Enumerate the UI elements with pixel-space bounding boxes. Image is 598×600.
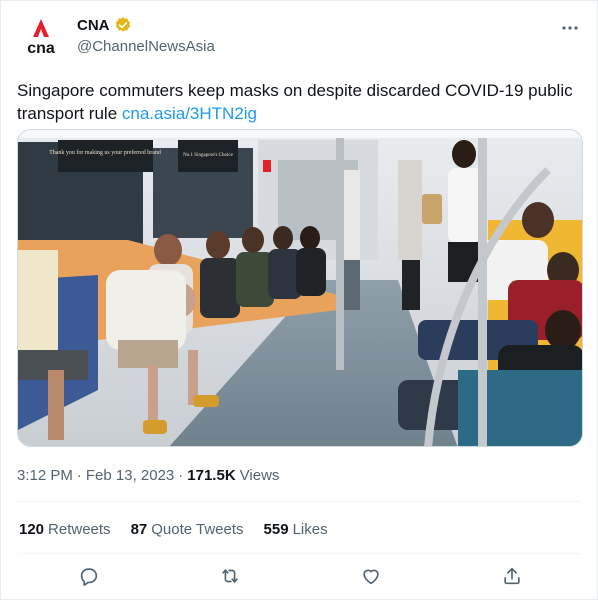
tweet-stats: 120 Retweets 87 Quote Tweets 559 Likes [19,521,328,538]
reply-icon [80,568,98,586]
tweet-card: cna CNA @ChannelNewsAsia Singapore commu… [0,0,598,600]
views-label: Views [239,467,280,484]
divider [17,501,581,502]
more-options-button[interactable] [559,17,581,39]
author-name-row[interactable]: CNA [77,16,132,34]
reply-button[interactable] [76,563,102,589]
cna-avatar[interactable]: cna [19,15,63,59]
grab-pole [478,130,487,446]
tweet-actions [1,563,598,593]
retweets-stat[interactable]: 120 Retweets [19,521,111,538]
views-count: 171.5K [187,467,236,484]
tweet-time[interactable]: 3:12 PM [17,467,73,484]
train-interior-photo: Thank you for making us your preferred b… [18,130,582,446]
likes-stat[interactable]: 559 Likes [264,521,328,538]
cna-logo-icon: cna [27,19,55,57]
tweet-link[interactable]: cna.asia/3HTN2ig [122,104,257,123]
meta-separator: · [178,467,184,484]
quotes-count: 87 [130,521,148,538]
retweet-button[interactable] [217,563,243,589]
likes-label: Likes [292,521,328,538]
verified-badge-icon [115,17,130,32]
grab-pole [336,130,344,370]
meta-separator: · [76,467,82,484]
likes-count: 559 [263,521,289,538]
retweet-icon [222,569,238,583]
author-handle[interactable]: @ChannelNewsAsia [77,38,215,55]
tweet-meta: 3:12 PM · Feb 13, 2023 · 171.5K Views [17,467,279,484]
tweet-photo[interactable]: Thank you for making us your preferred b… [17,129,583,447]
logo-text: cna [27,40,55,57]
author-display-name[interactable]: CNA [77,17,110,34]
retweets-label: Retweets [48,521,111,538]
tweet-date[interactable]: Feb 13, 2023 [86,467,174,484]
sign-right-text: No.1 Singapore's Choice [183,153,233,158]
share-button[interactable] [499,563,525,589]
share-icon [504,567,520,585]
more-dots-icon [562,26,578,30]
sign-left-text: Thank you for making us your preferred b… [49,149,161,156]
retweets-count: 120 [19,521,45,538]
tweet-body: Singapore commuters keep masks on despit… [17,81,573,123]
like-button[interactable] [358,563,384,589]
heart-icon [363,569,379,585]
quote-tweets-stat[interactable]: 87 Quote Tweets [131,521,244,538]
tweet-text: Singapore commuters keep masks on despit… [17,79,583,125]
quotes-label: Quote Tweets [151,521,244,538]
divider [17,553,581,554]
